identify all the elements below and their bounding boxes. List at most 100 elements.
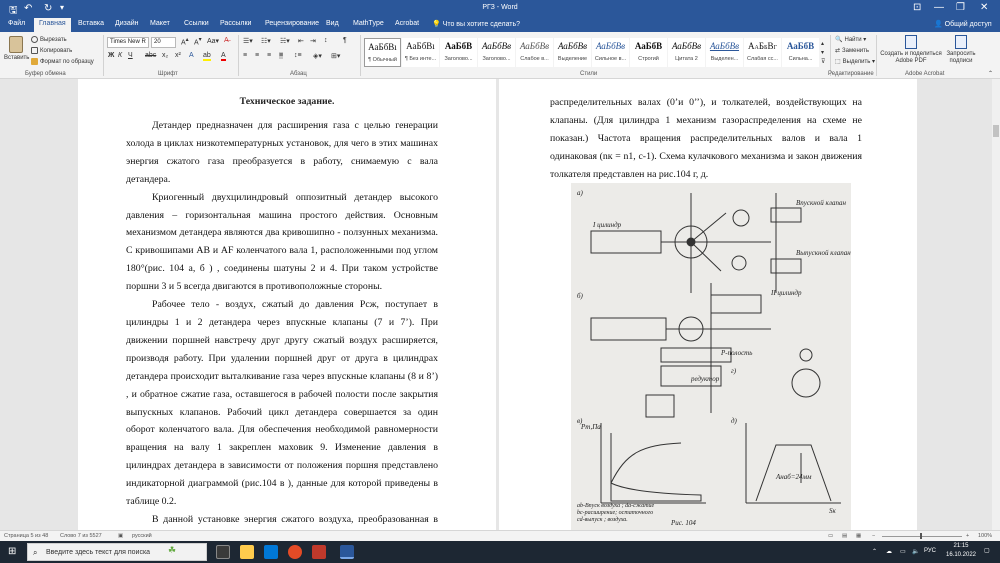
- subscript-button[interactable]: x₂: [162, 52, 168, 59]
- tab-references[interactable]: Ссылки: [184, 20, 209, 27]
- input-language[interactable]: РУС: [924, 548, 936, 554]
- style-heading-2[interactable]: АаБбВв Заголово...: [478, 38, 515, 67]
- page-6[interactable]: распределительных валах (0’и 0’’), и тол…: [499, 79, 917, 530]
- zoom-out-icon[interactable]: −: [872, 533, 875, 539]
- tab-layout[interactable]: Макет: [150, 20, 170, 27]
- close-button[interactable]: ✕: [980, 2, 988, 13]
- bullets-icon[interactable]: ☰▾: [243, 37, 253, 45]
- volume-icon[interactable]: 🔈: [912, 548, 919, 555]
- zoom-slider-thumb[interactable]: [920, 533, 922, 539]
- style-no-spacing[interactable]: АаБбВı ¶ Без инте...: [402, 38, 439, 67]
- strikethrough-button[interactable]: abc: [145, 52, 156, 59]
- style-quote-2[interactable]: АаБбВв Цитата 2: [668, 38, 705, 67]
- word-taskbar-icon[interactable]: [340, 545, 354, 559]
- decrease-indent-icon[interactable]: ⇤: [298, 37, 304, 45]
- clock-date[interactable]: 16.10.2022: [944, 552, 978, 558]
- tab-view[interactable]: Вид: [326, 20, 339, 27]
- style-subtle-emphasis[interactable]: АаБбВв Слабое в...: [516, 38, 553, 67]
- tab-design[interactable]: Дизайн: [115, 20, 139, 27]
- align-center-icon[interactable]: ≡: [255, 52, 259, 59]
- vertical-scrollbar[interactable]: [992, 79, 1000, 530]
- clear-formatting-icon[interactable]: A̶: [224, 37, 229, 44]
- cut-button[interactable]: Вырезать: [31, 36, 67, 43]
- zoom-level[interactable]: 100%: [978, 533, 992, 539]
- align-left-icon[interactable]: ≡: [243, 52, 247, 59]
- copy-button[interactable]: Копировать: [31, 47, 72, 54]
- style-strong[interactable]: АаБбВ Строгий: [630, 38, 667, 67]
- clock-time[interactable]: 21:15: [944, 543, 978, 549]
- styles-more-icon[interactable]: ⊽: [821, 58, 825, 65]
- change-case-icon[interactable]: Aa▾: [207, 37, 219, 45]
- taskbar-search-box[interactable]: ⌕ Введите здесь текст для поиска: [27, 543, 207, 561]
- underline-button[interactable]: Ч: [128, 52, 133, 59]
- superscript-button[interactable]: x²: [175, 52, 181, 59]
- store-icon[interactable]: [264, 545, 278, 559]
- style-heading-1[interactable]: АаБбВ Заголово...: [440, 38, 477, 67]
- tab-mailings[interactable]: Рассылки: [220, 20, 251, 27]
- italic-button[interactable]: К: [118, 52, 122, 59]
- justify-icon[interactable]: ≡: [279, 52, 284, 59]
- print-layout-icon[interactable]: ▤: [842, 533, 847, 539]
- tray-expand-icon[interactable]: ⌃: [872, 548, 877, 555]
- page-5[interactable]: Техническое задание. Детандер предназнач…: [78, 79, 496, 530]
- notifications-icon[interactable]: ▢: [984, 547, 990, 554]
- line-spacing-icon[interactable]: ↕≡: [294, 52, 302, 59]
- format-painter-button[interactable]: Формат по образцу: [31, 58, 94, 65]
- align-right-icon[interactable]: ≡: [267, 52, 271, 59]
- show-formatting-icon[interactable]: ¶: [343, 37, 347, 44]
- replace-button[interactable]: ⇄ Заменить: [835, 47, 869, 54]
- browser-icon[interactable]: [288, 545, 302, 559]
- font-color-icon[interactable]: A: [221, 52, 226, 61]
- create-pdf-button[interactable]: Создать и поделиться Adobe PDF: [879, 35, 943, 65]
- windows-start-icon[interactable]: ⊞: [8, 546, 16, 557]
- scrollbar-thumb[interactable]: [993, 125, 999, 137]
- weather-icon[interactable]: ☘: [168, 545, 176, 556]
- file-explorer-icon[interactable]: [240, 545, 254, 559]
- numbering-icon[interactable]: ☷▾: [261, 37, 271, 45]
- request-signatures-button[interactable]: Запросить подписи: [944, 35, 978, 65]
- bold-button[interactable]: Ж: [108, 52, 114, 59]
- zoom-slider[interactable]: [882, 536, 962, 537]
- minimize-button[interactable]: —: [934, 2, 944, 13]
- style-normal[interactable]: АаБбВı ¶ Обычный: [364, 38, 401, 67]
- shading-icon[interactable]: ◈▾: [313, 52, 322, 60]
- onedrive-icon[interactable]: ☁: [886, 548, 892, 555]
- share-button[interactable]: 👤 Общий доступ: [934, 20, 992, 28]
- style-subtle-reference[interactable]: АаБбВг Слабая сс...: [744, 38, 781, 67]
- web-layout-icon[interactable]: ▦: [856, 533, 861, 539]
- style-intense-reference[interactable]: АаБбВ Сильна...: [782, 38, 819, 67]
- highlight-color-icon[interactable]: ab: [203, 52, 211, 61]
- page-count[interactable]: Страница 5 из 48: [4, 533, 48, 539]
- style-intense-emphasis[interactable]: АаБбВв Сильное в...: [592, 38, 629, 67]
- language-indicator[interactable]: русский: [132, 533, 152, 539]
- font-size-select[interactable]: 20: [151, 37, 176, 48]
- network-icon[interactable]: ▭: [900, 548, 906, 555]
- shrink-font-icon[interactable]: A▾: [194, 37, 202, 46]
- figure-104[interactable]: а) б) в) г) д) I цилиндр II цилиндр Впус…: [571, 183, 851, 530]
- page-body[interactable]: распределительных валах (0’и 0’’), и тол…: [550, 94, 862, 184]
- word-count[interactable]: Слово 7 из 5527: [60, 533, 102, 539]
- font-family-select[interactable]: Times New R: [107, 37, 149, 48]
- increase-indent-icon[interactable]: ⇥: [310, 37, 316, 45]
- grow-font-icon[interactable]: A▴: [181, 37, 189, 46]
- tab-mathtype[interactable]: MathType: [353, 20, 384, 27]
- page-body[interactable]: Детандер предназначен для расширения газ…: [126, 117, 438, 530]
- select-button[interactable]: ⬚ Выделить ▾: [835, 58, 875, 65]
- style-intense-quote[interactable]: АаБбВв Выделен...: [706, 38, 743, 67]
- ribbon-display-options-button[interactable]: ⊡: [913, 2, 921, 13]
- sort-icon[interactable]: ↕: [324, 37, 328, 44]
- borders-icon[interactable]: ⊞▾: [331, 52, 340, 60]
- tab-review[interactable]: Рецензирование: [265, 20, 319, 27]
- tab-file[interactable]: Файл: [8, 20, 25, 27]
- zoom-in-icon[interactable]: +: [966, 533, 969, 539]
- app-icon[interactable]: [312, 545, 326, 559]
- read-mode-icon[interactable]: ▭: [828, 533, 833, 539]
- text-effects-icon[interactable]: A: [189, 52, 194, 59]
- style-emphasis[interactable]: АаБбВв Выделение: [554, 38, 591, 67]
- paste-button[interactable]: Вставить: [4, 36, 29, 61]
- tab-home[interactable]: Главная: [34, 18, 71, 32]
- tab-acrobat[interactable]: Acrobat: [395, 20, 419, 27]
- multilevel-list-icon[interactable]: ☵▾: [280, 37, 290, 45]
- tell-me-search[interactable]: 💡 Что вы хотите сделать?: [432, 20, 520, 28]
- tab-insert[interactable]: Вставка: [78, 20, 104, 27]
